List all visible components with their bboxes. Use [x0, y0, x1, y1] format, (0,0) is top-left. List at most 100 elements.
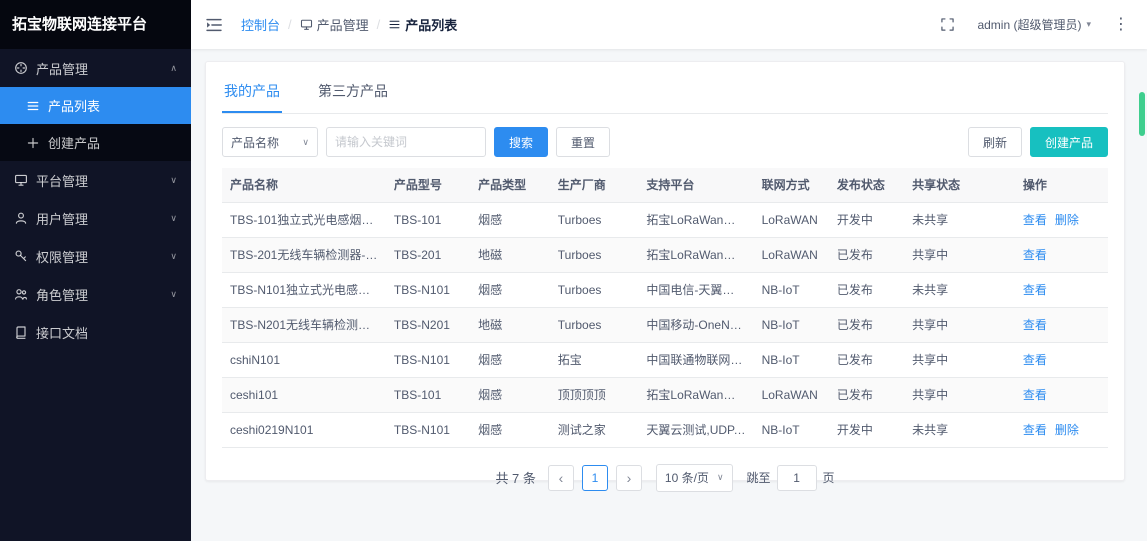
view-link[interactable]: 查看 [1023, 388, 1047, 402]
column-header: 联网方式 [754, 168, 829, 202]
cell-network: NB-IoT [754, 342, 829, 377]
cell-publish-status: 已发布 [829, 237, 904, 272]
search-field-select[interactable]: 产品名称 ∨ [222, 127, 318, 157]
tab-third-party-products[interactable]: 第三方产品 [316, 72, 390, 113]
cell-product-model: TBS-N101 [386, 342, 470, 377]
cell-publish-status: 已发布 [829, 377, 904, 412]
more-options-icon[interactable]: ⋮ [1113, 17, 1129, 33]
topbar: 控制台/产品管理/产品列表 admin (超级管理员) ▾ ⋮ [191, 0, 1147, 49]
cell-publish-status: 开发中 [829, 412, 904, 447]
breadcrumb-item: 产品列表 [388, 15, 457, 34]
list-icon [26, 99, 40, 113]
page-number[interactable]: 1 [582, 465, 608, 491]
cell-share-status: 未共享 [904, 412, 1015, 447]
refresh-button[interactable]: 刷新 [968, 127, 1022, 157]
table-row: TBS-101独立式光电感烟火灾探测...TBS-101烟感Turboes拓宝L… [222, 202, 1108, 237]
chevron-down-icon: ∨ [717, 472, 724, 483]
content-area: 我的产品第三方产品 产品名称 ∨ 搜索 重置 刷新 创建产品 产品名称产品型号产… [191, 49, 1147, 541]
scrollbar-thumb[interactable] [1139, 92, 1145, 136]
sidebar-item-role-management[interactable]: 角色管理∨ [0, 275, 191, 313]
cell-publish-status: 开发中 [829, 202, 904, 237]
prev-page-icon[interactable]: ‹ [548, 465, 574, 491]
cell-network: NB-IoT [754, 272, 829, 307]
keyword-input[interactable] [326, 127, 486, 157]
cell-product-type: 地磁 [470, 237, 550, 272]
cell-share-status: 共享中 [904, 307, 1015, 342]
collapse-sidebar-icon[interactable] [205, 16, 223, 34]
cell-share-status: 未共享 [904, 272, 1015, 307]
view-link[interactable]: 查看 [1023, 213, 1047, 227]
tab-my-products[interactable]: 我的产品 [222, 72, 282, 113]
cell-operations: 查看 [1015, 377, 1108, 412]
cell-product-type: 烟感 [470, 342, 550, 377]
cell-product-name: ceshi0219N101 [222, 412, 386, 447]
sidebar-item-api-docs[interactable]: 接口文档 [0, 313, 191, 351]
app-title: 拓宝物联网连接平台 [0, 0, 191, 49]
roles-icon [14, 287, 28, 301]
chevron-up-icon: ∧ [170, 63, 177, 74]
cell-share-status: 共享中 [904, 237, 1015, 272]
sidebar-menu: 产品管理∧产品列表创建产品平台管理∨用户管理∨权限管理∨角色管理∨接口文档 [0, 49, 191, 351]
cell-platform: 拓宝LoRaWan平台 [638, 237, 753, 272]
cell-operations: 查看 [1015, 237, 1108, 272]
create-product-button[interactable]: 创建产品 [1030, 127, 1108, 157]
delete-link[interactable]: 删除 [1055, 213, 1079, 227]
jump-label: 跳至 [747, 469, 771, 486]
sidebar-item-permission-management[interactable]: 权限管理∨ [0, 237, 191, 275]
cell-operations: 查看删除 [1015, 202, 1108, 237]
cell-product-type: 烟感 [470, 412, 550, 447]
user-menu[interactable]: admin (超级管理员) ▾ [977, 16, 1091, 33]
sidebar-item-product-list[interactable]: 产品列表 [0, 87, 191, 124]
plus-icon [26, 136, 40, 150]
user-icon [14, 211, 28, 225]
table-row: cshiN101TBS-N101烟感拓宝中国联通物联网平台...NB-IoT已发… [222, 342, 1108, 377]
view-link[interactable]: 查看 [1023, 283, 1047, 297]
sidebar-item-create-product[interactable]: 创建产品 [0, 124, 191, 161]
view-link[interactable]: 查看 [1023, 248, 1047, 262]
sidebar-item-label: 权限管理 [36, 247, 88, 266]
delete-link[interactable]: 删除 [1055, 423, 1079, 437]
breadcrumb-item[interactable]: 控制台 [241, 15, 280, 34]
cell-platform: 中国电信-天翼云平台... [638, 272, 753, 307]
cell-product-name: TBS-N101独立式光电感烟火灾探... [222, 272, 386, 307]
chevron-down-icon: ∨ [302, 137, 309, 148]
page-size-select[interactable]: 10 条/页 ∨ [656, 464, 733, 492]
reset-button[interactable]: 重置 [556, 127, 610, 157]
next-page-icon[interactable]: › [616, 465, 642, 491]
pagination: 共 7 条 ‹ 1 › 10 条/页 ∨ 跳至 页 [222, 464, 1108, 492]
cell-operations: 查看删除 [1015, 412, 1108, 447]
key-icon [14, 249, 28, 263]
view-link[interactable]: 查看 [1023, 318, 1047, 332]
cell-network: LoRaWAN [754, 377, 829, 412]
view-link[interactable]: 查看 [1023, 353, 1047, 367]
submenu: 产品列表创建产品 [0, 87, 191, 161]
sidebar-item-label: 创建产品 [48, 133, 100, 152]
sidebar-item-platform-management[interactable]: 平台管理∨ [0, 161, 191, 199]
sidebar: 拓宝物联网连接平台 产品管理∧产品列表创建产品平台管理∨用户管理∨权限管理∨角色… [0, 0, 191, 541]
cell-product-name: TBS-201无线车辆检测器--勿删!... [222, 237, 386, 272]
platform-icon [300, 18, 313, 31]
sidebar-item-user-management[interactable]: 用户管理∨ [0, 199, 191, 237]
search-button[interactable]: 搜索 [494, 127, 548, 157]
cell-operations: 查看 [1015, 307, 1108, 342]
view-link[interactable]: 查看 [1023, 423, 1047, 437]
cell-product-model: TBS-201 [386, 237, 470, 272]
cell-publish-status: 已发布 [829, 272, 904, 307]
jump-page-input[interactable] [777, 465, 817, 491]
sidebar-item-product-management[interactable]: 产品管理∧ [0, 49, 191, 87]
pagination-total: 共 7 条 [495, 468, 535, 487]
cell-platform: 中国移动-OneNet平台... [638, 307, 753, 342]
tabs: 我的产品第三方产品 [222, 62, 1108, 114]
products-table: 产品名称产品型号产品类型生产厂商支持平台联网方式发布状态共享状态操作 TBS-1… [222, 168, 1108, 448]
caret-down-icon: ▾ [1086, 19, 1091, 30]
user-name: admin (超级管理员) [977, 16, 1081, 33]
column-header: 产品类型 [470, 168, 550, 202]
sidebar-item-label: 产品列表 [48, 96, 100, 115]
page-unit-label: 页 [823, 469, 835, 486]
column-header: 发布状态 [829, 168, 904, 202]
cell-product-type: 烟感 [470, 272, 550, 307]
chevron-down-icon: ∨ [170, 213, 177, 224]
breadcrumb-separator: / [288, 17, 292, 32]
cell-product-model: TBS-101 [386, 377, 470, 412]
fullscreen-icon[interactable] [940, 17, 955, 32]
